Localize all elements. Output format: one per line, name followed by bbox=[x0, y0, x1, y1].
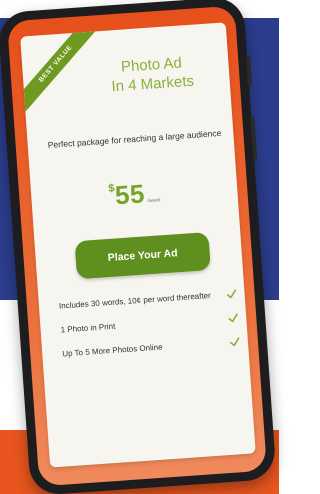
price-amount: 55 bbox=[113, 178, 146, 211]
pricing-card: BEST VALUE Photo Ad In 4 Markets Perfect… bbox=[20, 22, 256, 468]
feature-text: Includes 30 words, 10¢ per word thereaft… bbox=[58, 290, 212, 311]
feature-item: 1 Photo in Print bbox=[60, 312, 238, 335]
feature-list: Includes 30 words, 10¢ per word thereaft… bbox=[59, 288, 242, 372]
price-unit: /week bbox=[147, 197, 161, 205]
plan-price: $55/week bbox=[31, 172, 239, 217]
check-icon bbox=[228, 313, 238, 323]
place-ad-button[interactable]: Place Your Ad bbox=[74, 231, 211, 280]
feature-item: Up To 5 More Photos Online bbox=[62, 336, 240, 359]
feature-item: Includes 30 words, 10¢ per word thereaft… bbox=[59, 288, 237, 311]
check-icon bbox=[230, 337, 240, 347]
check-icon bbox=[226, 289, 237, 299]
plan-description: Perfect package for reaching a large aud… bbox=[47, 127, 222, 150]
feature-text: Up To 5 More Photos Online bbox=[62, 342, 163, 359]
feature-text: 1 Photo in Print bbox=[60, 321, 116, 335]
plan-title: Photo Ad In 4 Markets bbox=[82, 51, 222, 99]
phone-screen: BEST VALUE Photo Ad In 4 Markets Perfect… bbox=[7, 5, 267, 487]
phone-mockup: BEST VALUE Photo Ad In 4 Markets Perfect… bbox=[0, 0, 277, 494]
price-currency: $ bbox=[107, 182, 115, 195]
